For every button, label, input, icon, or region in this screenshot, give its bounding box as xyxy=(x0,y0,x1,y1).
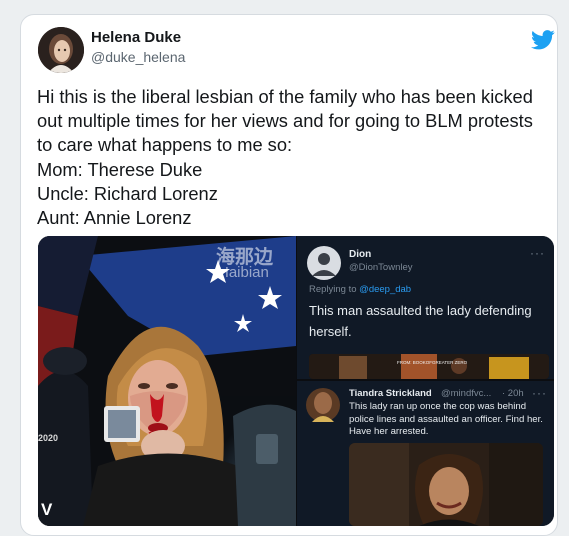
display-name[interactable]: Helena Duke xyxy=(91,29,181,46)
twitter-bird-icon[interactable] xyxy=(531,29,555,51)
tiandra-time: · 20h xyxy=(502,388,524,399)
photo-corner-mark: V xyxy=(41,500,53,519)
dion-strip-caption: FROM: BOOKOFGREATER ZERO xyxy=(397,360,468,365)
tiandra-reply-screenshot[interactable]: Tiandra Strickland @mindfvc... · 20h ···… xyxy=(297,381,554,526)
tweet-text: Hi this is the liberal lesbian of the fa… xyxy=(37,86,533,229)
user-handle[interactable]: @duke_helena xyxy=(91,49,185,65)
dion-replying-handle[interactable]: @deep_dab xyxy=(359,284,411,295)
dion-video-strip[interactable]: FROM: BOOKOFGREATER ZERO xyxy=(309,354,549,379)
tiandra-reply-text: This lady ran up once the cop was behind… xyxy=(349,401,543,438)
dion-handle: @DionTownley xyxy=(349,262,413,273)
dion-reply-screenshot[interactable]: Dion @DionTownley ··· Replying to @deep_… xyxy=(297,236,554,379)
tiandra-avatar xyxy=(306,388,340,422)
photo-watermark-en: Haibian xyxy=(218,264,269,281)
tiandra-attached-photo[interactable] xyxy=(349,443,543,526)
tweet-card: Helena Duke @duke_helena Hi this is the … xyxy=(20,14,558,536)
dion-avatar xyxy=(307,246,341,280)
tiandra-name: Tiandra Strickland xyxy=(349,388,432,399)
media-grid[interactable]: 海那边 Haibian 2020 V Dion @DionTownley ···… xyxy=(38,236,554,526)
avatar-photo xyxy=(38,27,84,73)
dion-replying-prefix: Replying to xyxy=(309,284,360,295)
tiandra-more-icon[interactable]: ··· xyxy=(532,386,547,400)
dion-reply-text: This man assaulted the lady defending he… xyxy=(309,303,532,339)
tiandra-attached-photo-image xyxy=(349,443,543,526)
dion-replying-to: Replying to @deep_dab xyxy=(309,284,411,295)
protest-photo[interactable]: 海那边 Haibian 2020 V xyxy=(38,236,296,526)
dion-name: Dion xyxy=(349,249,372,260)
photo-date-mark: 2020 xyxy=(38,433,59,443)
avatar[interactable] xyxy=(38,27,84,73)
dion-video-thumbnail xyxy=(309,354,549,379)
dion-more-icon[interactable]: ··· xyxy=(530,246,545,260)
tiandra-handle: @mindfvc... xyxy=(441,388,492,399)
